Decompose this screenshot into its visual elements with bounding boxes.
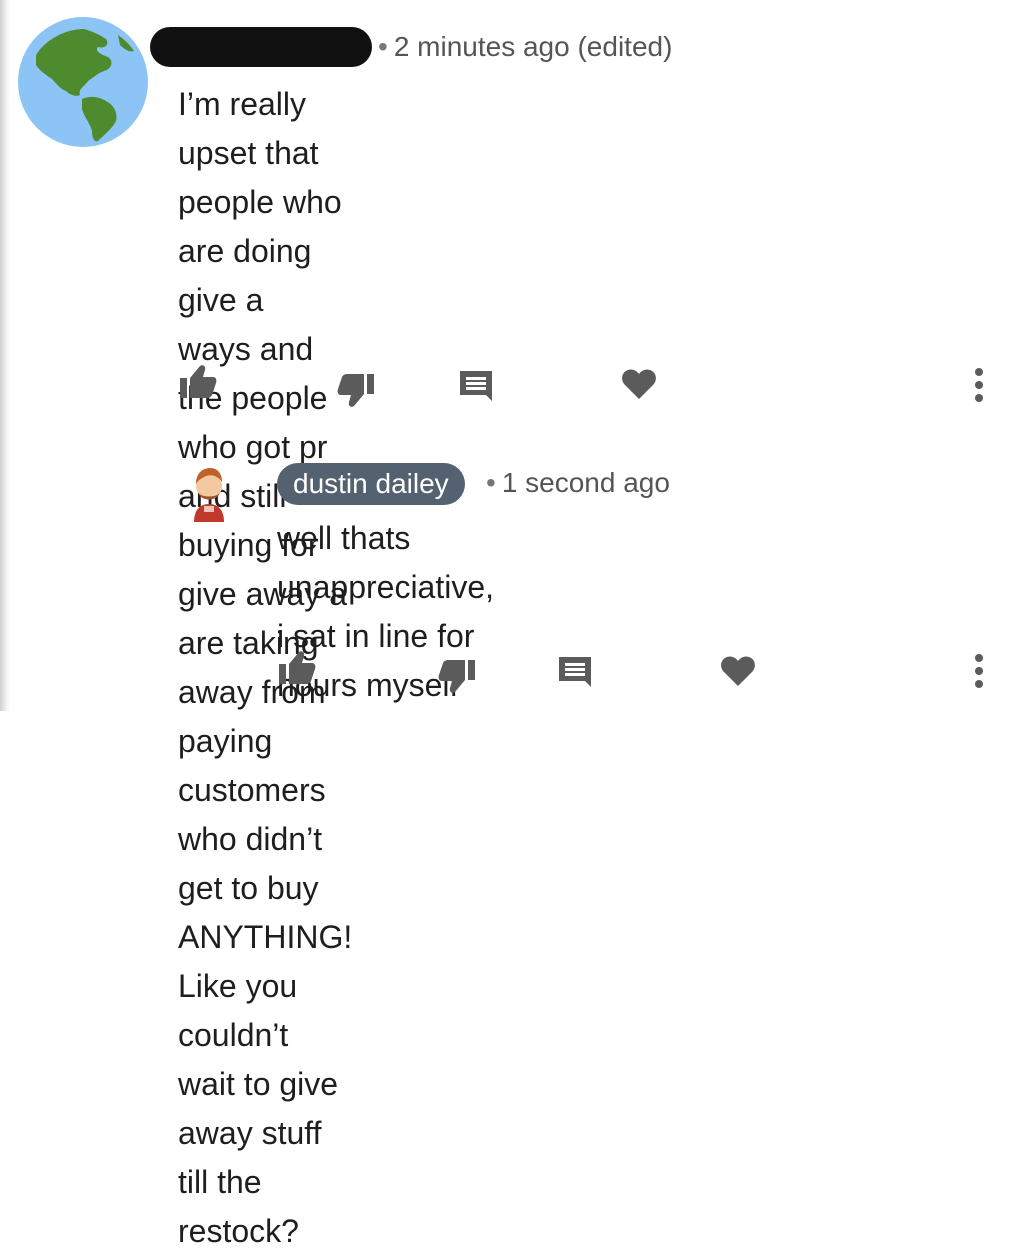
thumbs-up-icon[interactable] [178,362,218,402]
separator-dot: • [486,467,496,498]
reply-meta: • 1 second ago [486,467,670,499]
reply-icon[interactable] [557,655,593,691]
left-edge-shadow [0,0,10,711]
heart-icon[interactable] [720,654,756,688]
comment-text-line: I’m really upset that people who are doi… [178,86,342,318]
reply-timestamp: 1 second ago [501,467,670,498]
thumbs-down-icon[interactable] [437,656,477,696]
separator-dot: • [378,31,388,62]
globe-americas-icon[interactable] [18,17,148,147]
comment-text-line: who didn’t get to buy ANYTHING! Like you… [178,821,353,1053]
more-vert-icon[interactable] [972,367,986,403]
more-vert-icon[interactable] [972,653,986,689]
reply-icon[interactable] [458,369,494,405]
reply-text-line: well thats unappreciative, i sat in line… [277,520,495,654]
comment-text-line: wait to give away stuff till the restock… [178,1066,339,1249]
reply-author-name[interactable]: dustin dailey [277,463,465,505]
thumbs-up-icon[interactable] [277,648,317,688]
heart-icon[interactable] [621,367,657,401]
comment-timestamp: 2 minutes ago (edited) [393,31,673,62]
author-name-redacted[interactable] [150,27,372,67]
thumbs-down-icon[interactable] [336,370,376,410]
user-avatar-icon[interactable] [184,462,234,522]
comment-meta: • 2 minutes ago (edited) [378,31,672,63]
